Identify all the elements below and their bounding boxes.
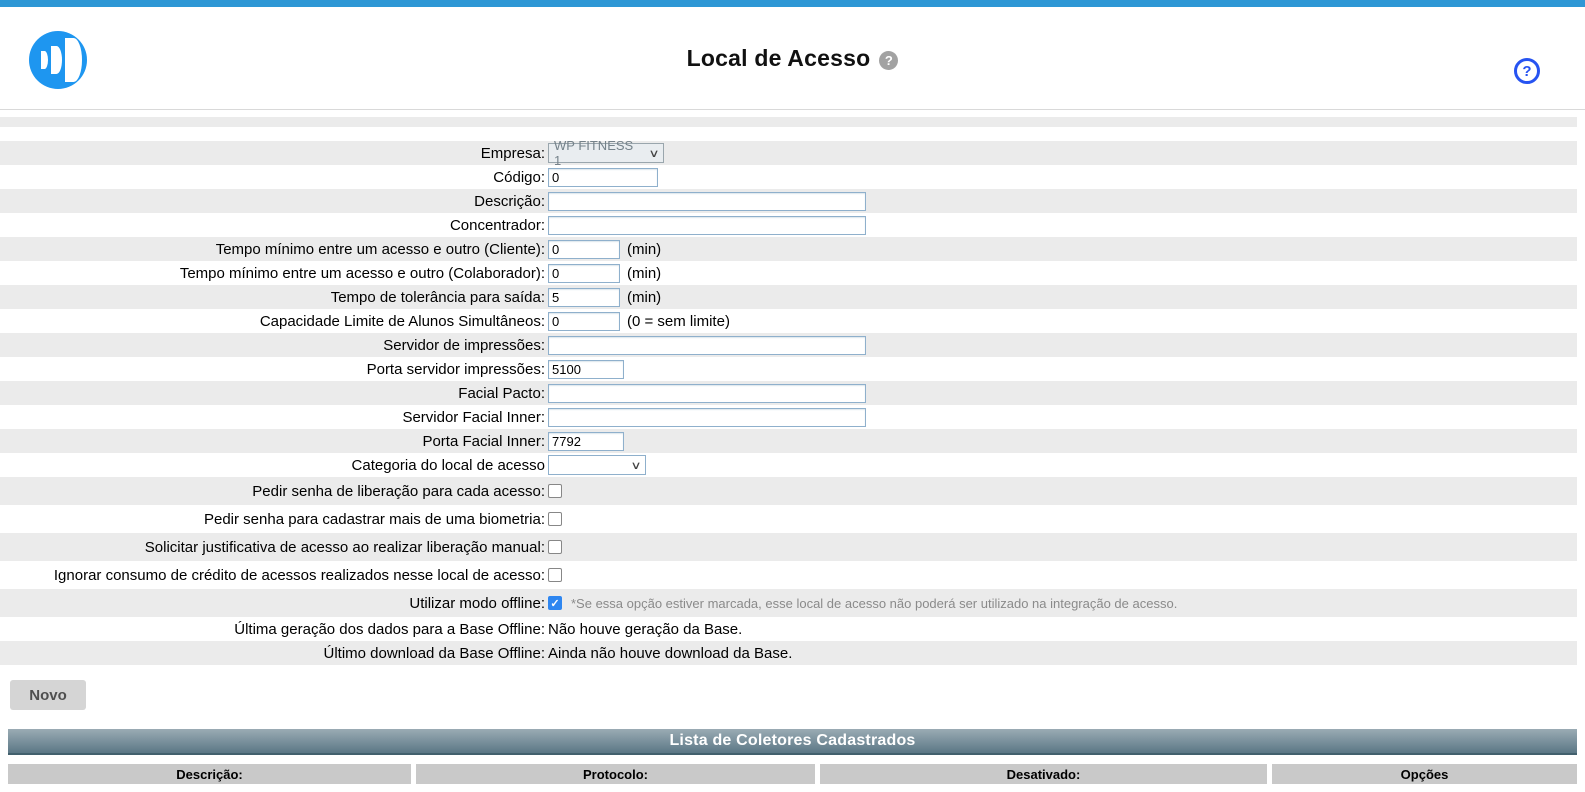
tempo-de-tolerancia-para-input[interactable]	[548, 288, 620, 307]
form-row-descricao: Descrição:	[0, 189, 1577, 213]
chevron-down-icon: ∨	[630, 459, 641, 472]
form-row-facial-pacto: Facial Pacto:	[0, 381, 1577, 405]
form-row-concentrador: Concentrador:	[0, 213, 1577, 237]
field-label: Pedir senha de liberação para cada acess…	[0, 483, 545, 500]
access-location-form: Empresa:WP FITNESS 1∨Código:Descrição:Co…	[0, 141, 1585, 665]
codigo-input[interactable]	[548, 168, 658, 187]
column-header-desativado: Desativado:	[820, 764, 1267, 784]
selected-option-label: WP FITNESS 1	[554, 138, 644, 168]
field-label: Concentrador:	[0, 217, 545, 234]
form-row-capacidade-limite-de-alunos: Capacidade Limite de Alunos Simultâneos:…	[0, 309, 1577, 333]
field-label: Capacidade Limite de Alunos Simultâneos:	[0, 313, 545, 330]
collectors-table-header-row: Descrição:Protocolo:Desativado:Opções	[8, 764, 1577, 784]
field-label: Descrição:	[0, 193, 545, 210]
porta-facial-inner-input[interactable]	[548, 432, 624, 451]
form-row-codigo: Código:	[0, 165, 1577, 189]
field-suffix: (min)	[627, 265, 661, 282]
form-row-tempo-de-tolerancia-para: Tempo de tolerância para saída: (min)	[0, 285, 1577, 309]
empresa-select[interactable]: WP FITNESS 1∨	[548, 143, 664, 163]
field-label: Solicitar justificativa de acesso ao rea…	[0, 539, 545, 556]
form-row-pedir-senha-para-cadastrar: Pedir senha para cadastrar mais de uma b…	[0, 505, 1577, 533]
field-label: Servidor de impressões:	[0, 337, 545, 354]
field-label: Utilizar modo offline:	[0, 595, 545, 612]
field-label: Último download da Base Offline:	[0, 645, 545, 662]
servidor-de-impressoes-input[interactable]	[548, 336, 866, 355]
ultima-geracao-dos-dados-value: Não houve geração da Base.	[548, 621, 742, 638]
title-help-icon[interactable]: ?	[879, 51, 898, 70]
field-suffix: (min)	[627, 241, 661, 258]
form-row-tempo-minimo-entre-um: Tempo mínimo entre um acesso e outro (Co…	[0, 261, 1577, 285]
field-suffix: (0 = sem limite)	[627, 313, 730, 330]
ignorar-consumo-de-credito-checkbox[interactable]	[548, 568, 562, 582]
page-title: Local de Acesso	[687, 45, 871, 72]
novo-button[interactable]: Novo	[10, 680, 86, 710]
field-label: Tempo mínimo entre um acesso e outro (Co…	[0, 265, 545, 282]
field-label: Ignorar consumo de crédito de acessos re…	[0, 567, 545, 584]
facial-pacto-input[interactable]	[548, 384, 866, 403]
servidor-facial-inner-input[interactable]	[548, 408, 866, 427]
field-label: Tempo mínimo entre um acesso e outro (Cl…	[0, 241, 545, 258]
form-row-tempo-minimo-entre-um: Tempo mínimo entre um acesso e outro (Cl…	[0, 237, 1577, 261]
solicitar-justificativa-de-acesso-checkbox[interactable]	[548, 540, 562, 554]
field-label: Última geração dos dados para a Base Off…	[0, 621, 545, 638]
chevron-down-icon: ∨	[648, 147, 659, 160]
offline-mode-note: *Se essa opção estiver marcada, esse loc…	[571, 596, 1177, 611]
tempo-minimo-entre-um-input[interactable]	[548, 264, 620, 283]
form-row-categoria-do-local-de: Categoria do local de acesso ∨	[0, 453, 1577, 477]
field-label: Servidor Facial Inner:	[0, 409, 545, 426]
field-label: Facial Pacto:	[0, 385, 545, 402]
collectors-table-title: Lista de Coletores Cadastrados	[8, 729, 1577, 755]
corner-help-icon[interactable]: ?	[1514, 58, 1540, 84]
form-row-servidor-de-impressoes: Servidor de impressões:	[0, 333, 1577, 357]
form-row-ignorar-consumo-de-credito: Ignorar consumo de crédito de acessos re…	[0, 561, 1577, 589]
descricao-input[interactable]	[548, 192, 866, 211]
form-row-utilizar-modo-offline: Utilizar modo offline:✓ *Se essa opção es…	[0, 589, 1577, 617]
form-row-servidor-facial-inner: Servidor Facial Inner:	[0, 405, 1577, 429]
concentrador-input[interactable]	[548, 216, 866, 235]
porta-servidor-impressoes-input[interactable]	[548, 360, 624, 379]
categoria-do-local-de-select[interactable]: ∨	[548, 455, 646, 475]
pedir-senha-para-cadastrar-checkbox[interactable]	[548, 512, 562, 526]
field-suffix: (min)	[627, 289, 661, 306]
capacidade-limite-de-alunos-input[interactable]	[548, 312, 620, 331]
column-header-opcoes: Opções	[1272, 764, 1577, 784]
pedir-senha-de-liberacao-checkbox[interactable]	[548, 484, 562, 498]
form-row-pedir-senha-de-liberacao: Pedir senha de liberação para cada acess…	[0, 477, 1577, 505]
ultimo-download-da-base-value: Ainda não houve download da Base.	[548, 645, 792, 662]
form-row-ultimo-download-da-base: Último download da Base Offline:Ainda nã…	[0, 641, 1577, 665]
form-row-solicitar-justificativa-de-acesso: Solicitar justificativa de acesso ao rea…	[0, 533, 1577, 561]
column-header-descricao: Descrição:	[8, 764, 411, 784]
utilizar-modo-offline-checkbox[interactable]: ✓	[548, 596, 562, 610]
field-label: Porta Facial Inner:	[0, 433, 545, 450]
form-row-ultima-geracao-dos-dados: Última geração dos dados para a Base Off…	[0, 617, 1577, 641]
field-label: Categoria do local de acesso	[0, 457, 545, 474]
tempo-minimo-entre-um-input[interactable]	[548, 240, 620, 259]
field-label: Empresa:	[0, 145, 545, 162]
column-header-protocolo: Protocolo:	[416, 764, 815, 784]
empty-stripe-row	[0, 117, 1577, 127]
form-row-empresa: Empresa:WP FITNESS 1∨	[0, 141, 1577, 165]
field-label: Pedir senha para cadastrar mais de uma b…	[0, 511, 545, 528]
field-label: Tempo de tolerância para saída:	[0, 289, 545, 306]
field-label: Porta servidor impressões:	[0, 361, 545, 378]
form-row-porta-facial-inner: Porta Facial Inner:	[0, 429, 1577, 453]
field-label: Código:	[0, 169, 545, 186]
top-accent-bar	[0, 0, 1585, 7]
page-header: Local de Acesso ? ?	[0, 7, 1585, 110]
form-row-porta-servidor-impressoes: Porta servidor impressões:	[0, 357, 1577, 381]
